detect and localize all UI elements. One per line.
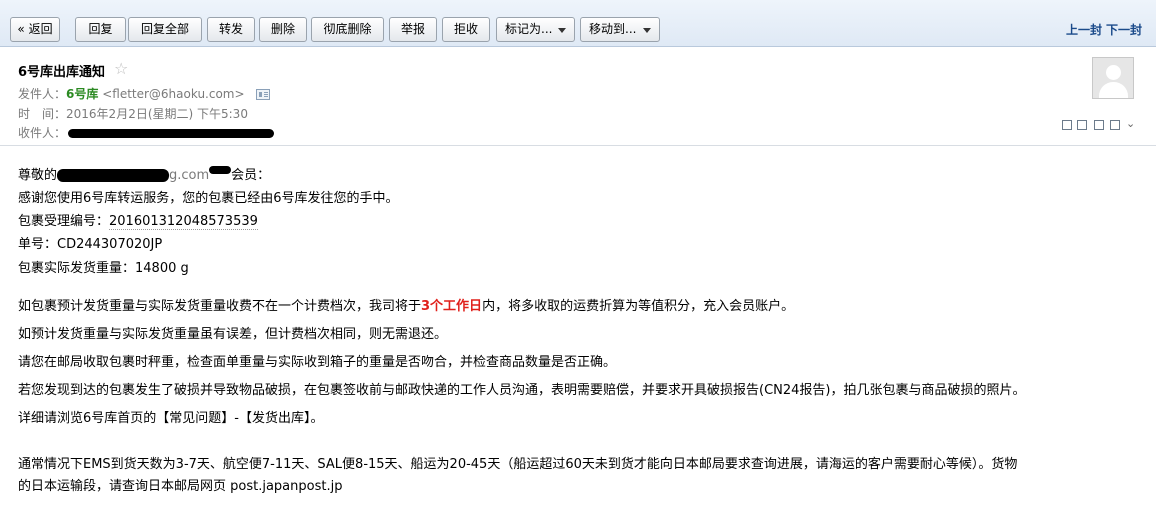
time-value: 2016年2月2日(星期二) 下午5:30 bbox=[66, 107, 248, 121]
show-source-icon[interactable] bbox=[1077, 120, 1087, 130]
sender-address: <fletter@6haoku.com> bbox=[102, 87, 245, 101]
package-number-row: 包裹受理编号：201601312048573539 bbox=[18, 210, 258, 230]
package-number-value: 201601312048573539 bbox=[109, 214, 258, 230]
forward-button[interactable]: 转发 bbox=[207, 17, 255, 42]
weight-value: 14800 g bbox=[135, 261, 189, 276]
chevron-down-icon bbox=[643, 28, 651, 33]
chevron-down-icon[interactable]: ⌄ bbox=[1126, 117, 1135, 130]
para-refund-emphasis: 3个工作日 bbox=[421, 299, 483, 314]
sender-name[interactable]: 6号库 bbox=[66, 87, 98, 101]
next-message-link[interactable]: 下一封 bbox=[1106, 21, 1142, 38]
sender-label: 发件人： bbox=[18, 87, 67, 101]
delete-button[interactable]: 删除 bbox=[259, 17, 307, 42]
para-damage: 若您发现到达的包裹发生了破损并导致物品破损，在包裹签收前与邮政快递的工作人员沟通… bbox=[18, 383, 1026, 398]
reply-all-button[interactable]: 回复全部 bbox=[128, 17, 202, 42]
move-to-label: 移动到... bbox=[589, 22, 637, 36]
star-icon[interactable]: ☆ bbox=[114, 59, 128, 78]
tracking-value: CD244307020JP bbox=[57, 237, 163, 252]
time-row: 时 间：2016年2月2日(星期二) 下午5:30 bbox=[18, 105, 248, 122]
greeting: 尊敬的 g.com 会员： bbox=[18, 164, 270, 183]
redacted-recipient bbox=[68, 129, 275, 138]
back-button[interactable]: « 返回 bbox=[10, 17, 60, 42]
greeting-partial: g.com bbox=[169, 168, 210, 183]
recipient-row: 收件人： bbox=[18, 124, 275, 141]
greeting-prefix: 尊敬的 bbox=[18, 168, 58, 183]
para-refund-a: 如包裹预计发货重量与实际发货重量收费不在一个计费档次，我司将于 bbox=[18, 299, 422, 314]
para-refund: 如包裹预计发货重量与实际发货重量收费不在一个计费档次，我司将于3个工作日内，将多… bbox=[18, 295, 794, 314]
recipient-label: 收件人： bbox=[18, 126, 67, 140]
mark-as-label: 标记为... bbox=[505, 22, 553, 36]
sender-row: 发件人：6号库 <fletter@6haoku.com> bbox=[18, 85, 271, 102]
header-divider bbox=[0, 145, 1156, 146]
package-number-label: 包裹受理编号： bbox=[18, 214, 110, 229]
chevron-down-icon bbox=[558, 28, 566, 33]
tracking-row: 单号：CD244307020JP bbox=[18, 233, 162, 252]
report-button[interactable]: 举报 bbox=[389, 17, 437, 42]
new-window-icon[interactable] bbox=[1062, 120, 1072, 130]
weight-row: 包裹实际发货重量：14800 g bbox=[18, 257, 189, 276]
mark-as-dropdown[interactable]: 标记为... bbox=[496, 17, 575, 42]
para-check-weight: 请您在邮局收取包裹时秤重，检查面单重量与实际收到箱子的重量是否吻合，并检查商品数… bbox=[18, 355, 617, 370]
greeting-suffix: 会员： bbox=[231, 168, 271, 183]
move-to-dropdown[interactable]: 移动到... bbox=[580, 17, 660, 42]
para-no-refund: 如预计发货重量与实际发货重量虽有误差，但计费档次相同，则无需退还。 bbox=[18, 327, 448, 342]
email-subject: 6号库出库通知 bbox=[18, 65, 106, 80]
para-refund-b: 内，将多收取的运费折算为等值积分，充入会员账户。 bbox=[482, 299, 795, 314]
toolbar: « 返回 回复 回复全部 转发 删除 彻底删除 举报 拒收 标记为... 移动到… bbox=[0, 0, 1156, 47]
weight-label: 包裹实际发货重量： bbox=[18, 261, 136, 276]
reply-button[interactable]: 回复 bbox=[75, 17, 126, 42]
time-label: 时 间： bbox=[18, 107, 67, 121]
para-faq: 详细请浏览6号库首页的【常见问题】-【发货出库】。 bbox=[18, 411, 324, 426]
para-delivery-times-1: 通常情况下EMS到货天数为3-7天、航空便7-11天、SAL便8-15天、船运为… bbox=[18, 457, 1018, 472]
delete-permanently-button[interactable]: 彻底删除 bbox=[311, 17, 384, 42]
tracking-label: 单号： bbox=[18, 237, 58, 252]
redacted-member-tail bbox=[209, 166, 232, 174]
body-line-1: 感谢您使用6号库转运服务，您的包裹已经由6号库发往您的手中。 bbox=[18, 191, 399, 206]
print-icon[interactable] bbox=[1110, 120, 1120, 130]
reject-button[interactable]: 拒收 bbox=[442, 17, 490, 42]
download-icon[interactable] bbox=[1094, 120, 1104, 130]
redacted-member-name bbox=[57, 169, 170, 182]
avatar bbox=[1092, 57, 1134, 99]
para-delivery-times-2: 的日本运输段，请查询日本邮局网页 post.japanpost.jp bbox=[18, 479, 343, 494]
prev-message-link[interactable]: 上一封 bbox=[1066, 21, 1102, 38]
contact-card-icon[interactable] bbox=[256, 89, 271, 100]
